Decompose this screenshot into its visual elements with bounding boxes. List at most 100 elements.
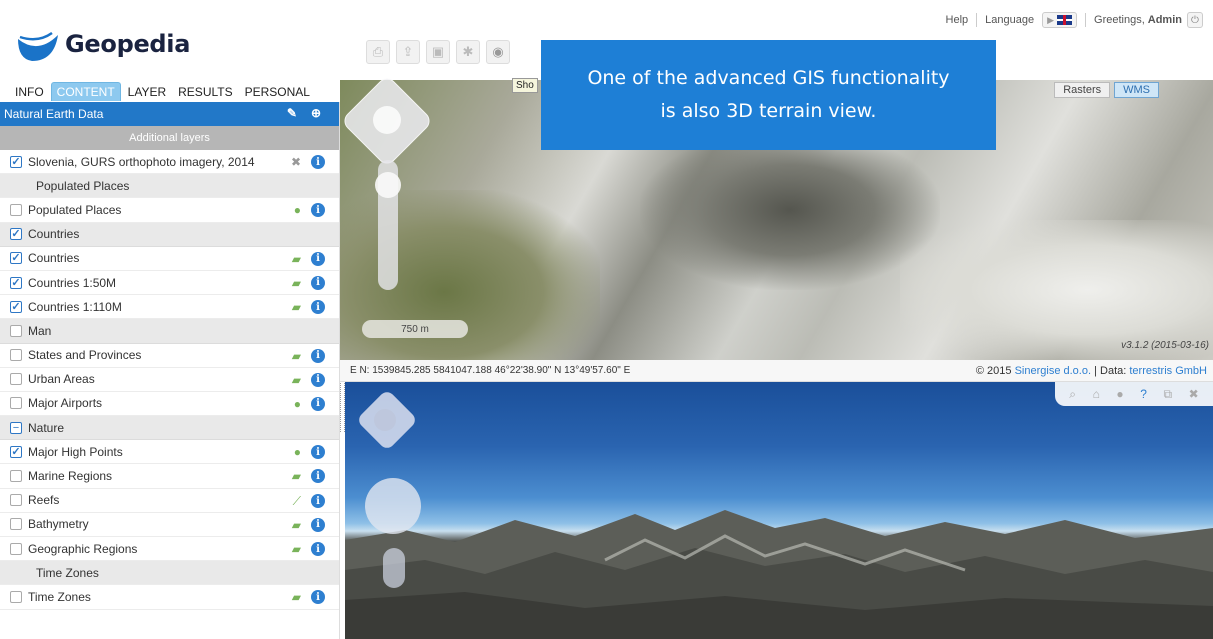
info-icon[interactable]: i [311, 445, 325, 460]
checkbox-empty-icon[interactable] [10, 349, 22, 362]
group-row[interactable]: − Nature [0, 416, 339, 441]
checkbox-checked-icon[interactable]: ✓ [10, 228, 22, 241]
rasters-button[interactable]: Rasters [1054, 82, 1111, 98]
layer-row[interactable]: ✓ Countries 1:50M ▰ i [0, 271, 339, 296]
tab-content[interactable]: CONTENT [50, 82, 121, 101]
terrain-tilt-control[interactable] [383, 548, 405, 588]
tab-results[interactable]: RESULTS [173, 83, 237, 101]
checkbox-empty-icon[interactable] [10, 494, 22, 507]
info-icon[interactable]: i [311, 348, 325, 363]
layer-row[interactable]: ✓ Major High Points ● i [0, 440, 339, 465]
info-icon[interactable]: i [311, 396, 325, 411]
polygon-layer-icon: ▰ [291, 590, 301, 605]
toolbar-tooltip: Sho [512, 78, 538, 93]
terrestris-link[interactable]: terrestris GmbH [1129, 365, 1207, 377]
info-icon[interactable]: i [311, 517, 325, 532]
zoom-extent-icon[interactable]: ⌕ [1069, 387, 1076, 402]
home-icon[interactable]: ⌂ [1093, 387, 1100, 401]
checkbox-empty-icon[interactable] [10, 470, 22, 483]
info-icon[interactable]: i [311, 251, 325, 266]
panel-tabs: INFO CONTENT LAYER RESULTS PERSONAL [10, 82, 315, 101]
close-icon[interactable]: ✖ [1189, 387, 1199, 401]
scale-bar: 750 m [362, 320, 468, 338]
info-icon[interactable]: i [311, 494, 325, 509]
layer-row[interactable]: Bathymetry ▰ i [0, 513, 339, 537]
polygon-layer-icon: ▰ [291, 251, 301, 266]
checkbox-empty-icon[interactable] [10, 397, 22, 410]
pencil-edit-icon[interactable]: ✎ [287, 106, 297, 120]
tab-personal[interactable]: PERSONAL [240, 83, 315, 101]
sinergise-link[interactable]: Sinergise d.o.o. [1015, 365, 1091, 377]
group-row[interactable]: ✓ Countries [0, 222, 339, 247]
share-icon[interactable]: ⇪ [396, 40, 420, 64]
geopedia-logo[interactable]: Geopedia [14, 22, 190, 66]
layer-row[interactable]: Time Zones ▰ i [0, 585, 339, 610]
vehicle-icon[interactable]: ▣ [426, 40, 450, 64]
zoom-slider-knob[interactable] [375, 172, 401, 198]
checkbox-checked-icon[interactable]: ✓ [10, 445, 22, 458]
geopedia-app: Geopedia Help Language ▶ Greetings, Admi… [0, 0, 1213, 639]
user-name: Admin [1147, 14, 1182, 26]
info-icon[interactable]: i [311, 469, 325, 484]
print-icon[interactable]: ⎙ [366, 40, 390, 64]
map-3d-terrain-view[interactable] [345, 382, 1213, 639]
fullscreen-icon[interactable]: ⧉ [1163, 387, 1172, 402]
terrain-toolbar: ⌕ ⌂ ● ? ⧉ ✖ [1055, 382, 1213, 406]
info-icon[interactable]: i [311, 590, 325, 605]
layer-row[interactable]: ✓ Countries 1:110M ▰ i [0, 295, 339, 320]
pan-center[interactable] [373, 106, 401, 134]
checkbox-checked-icon[interactable]: ✓ [10, 300, 22, 313]
globe-3d-icon[interactable]: ◉ [486, 40, 510, 64]
language-label: Language [985, 14, 1035, 26]
info-icon[interactable]: i [311, 372, 325, 387]
polygon-layer-icon: ▰ [291, 300, 301, 315]
layer-row[interactable]: Populated Places ● i [0, 198, 339, 223]
remove-x-icon[interactable]: ✖ [291, 155, 301, 169]
terrain-pan-center[interactable] [374, 409, 396, 431]
caption-line-1: One of the advanced GIS functionality [587, 67, 950, 89]
checkbox-empty-icon[interactable] [10, 542, 22, 555]
checkbox-empty-icon[interactable] [10, 518, 22, 531]
checkbox-checked-icon[interactable]: ✓ [10, 155, 22, 168]
help-link[interactable]: Help [946, 14, 969, 26]
checkbox-checked-icon[interactable]: ✓ [10, 252, 22, 265]
point-layer-icon: ● [293, 396, 301, 411]
tools-icon[interactable]: ✱ [456, 40, 480, 64]
logout-power-icon[interactable]: ⏻ [1187, 12, 1203, 28]
layer-label: Slovenia, GURS orthophoto imagery, 2014 [28, 154, 255, 169]
layer-row[interactable]: Major Airports ● i [0, 392, 339, 417]
info-icon[interactable]: i [311, 203, 325, 218]
layer-row[interactable]: Reefs ⟋ i [0, 489, 339, 513]
wms-button[interactable]: WMS [1114, 82, 1159, 98]
layer-row[interactable]: Geographic Regions ▰ i [0, 537, 339, 562]
checkbox-checked-icon[interactable]: ✓ [10, 276, 22, 289]
checkbox-partial-icon[interactable]: − [10, 421, 22, 434]
layer-label: Major High Points [28, 444, 123, 459]
checkbox-empty-icon[interactable] [10, 373, 22, 386]
info-icon[interactable]: i [311, 275, 325, 290]
language-select[interactable]: ▶ [1042, 12, 1078, 28]
divider [976, 13, 978, 27]
info-icon[interactable]: i [311, 542, 325, 556]
group-row: Populated Places [0, 174, 339, 199]
layer-switcher: Rasters WMS [1054, 82, 1159, 98]
tab-info[interactable]: INFO [10, 83, 49, 101]
layer-row[interactable]: ✓ Countries ▰ i [0, 247, 339, 271]
greeting-text: Greetings, [1094, 14, 1145, 26]
layer-row[interactable]: States and Provinces ▰ i [0, 344, 339, 368]
placemark-icon[interactable]: ● [1116, 387, 1123, 401]
layer-row[interactable]: ✓ Slovenia, GURS orthophoto imagery, 201… [0, 150, 339, 175]
layer-label: Countries [28, 251, 80, 266]
info-icon[interactable]: i [311, 155, 325, 169]
checkbox-empty-icon[interactable] [10, 590, 22, 603]
terrain-zoom-control[interactable] [365, 478, 421, 534]
layer-row[interactable]: Marine Regions ▰ i [0, 464, 339, 489]
tab-layer[interactable]: LAYER [123, 83, 171, 101]
checkbox-empty-icon[interactable] [10, 203, 22, 216]
checkbox-empty-icon[interactable] [10, 324, 22, 337]
info-icon[interactable]: i [311, 300, 325, 315]
add-circle-icon[interactable]: ⊕ [311, 106, 321, 120]
layer-row[interactable]: Urban Areas ▰ i [0, 368, 339, 392]
group-row[interactable]: Man [0, 319, 339, 344]
help-icon[interactable]: ? [1140, 387, 1147, 401]
